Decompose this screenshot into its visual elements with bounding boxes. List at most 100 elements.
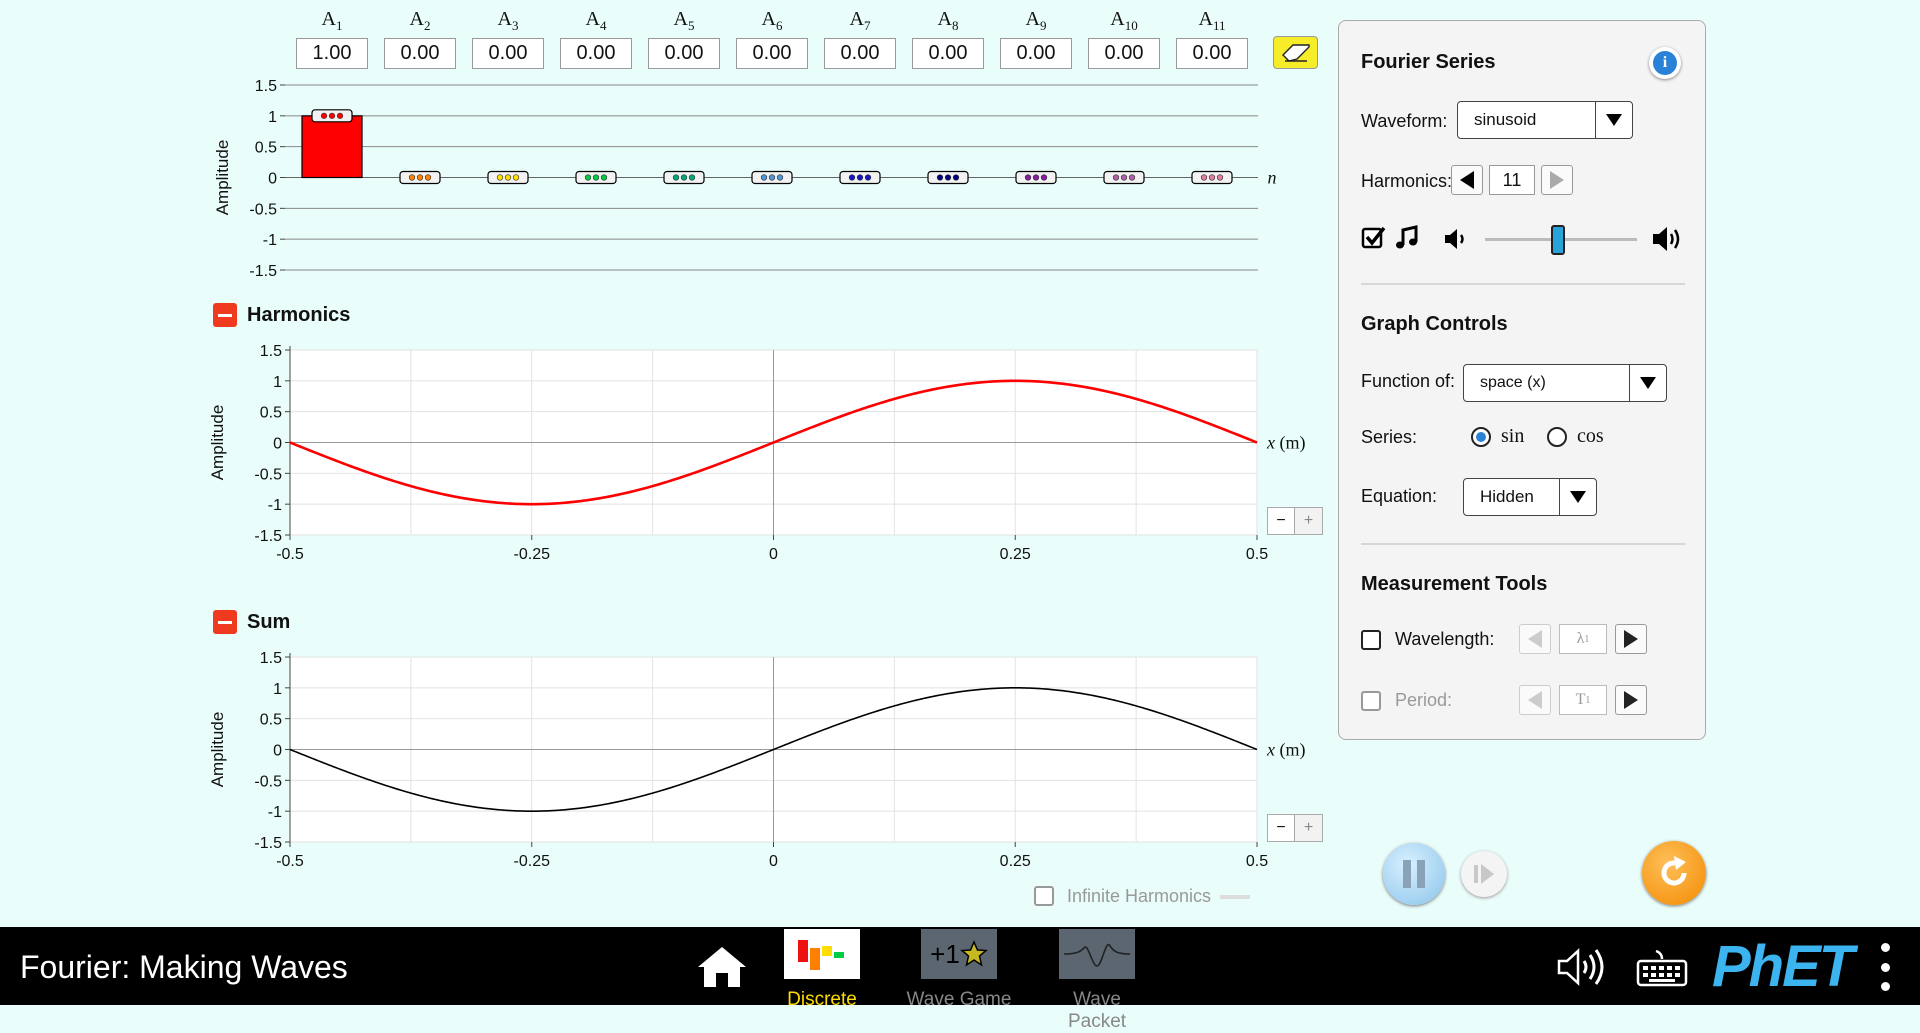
amplitude-bar — [301, 115, 363, 179]
amplitude-label: A7 — [849, 8, 871, 33]
handle-dot — [864, 174, 872, 181]
eraser-button[interactable] — [1273, 36, 1318, 69]
home-button[interactable] — [696, 945, 748, 989]
period-checkbox[interactable] — [1361, 691, 1381, 711]
amplitude-field[interactable]: 0.00 — [1176, 38, 1248, 69]
amplitude-label-subscript: 10 — [1124, 18, 1138, 33]
function-of-select[interactable]: space (x) — [1463, 364, 1667, 402]
infinite-harmonics-checkbox[interactable] — [1034, 886, 1054, 906]
reset-icon — [1661, 856, 1687, 886]
sound-enabled-checkbox[interactable] — [1361, 225, 1387, 251]
y-tick-label: 1 — [273, 681, 282, 698]
harmonics-collapse-button[interactable] — [213, 303, 237, 327]
tab-wave-packet-label: Wave Packet — [1067, 989, 1127, 1032]
arrow-left-icon — [1460, 171, 1474, 189]
sum-zoom-in-button[interactable]: + — [1295, 814, 1323, 842]
wavelength-increment-button[interactable] — [1615, 624, 1647, 654]
period-label: Period: — [1395, 690, 1453, 710]
handle-dot — [760, 174, 768, 181]
harmonics-zoom-out-button[interactable]: − — [1267, 507, 1295, 535]
control-panel: Fourier Series i Waveform: sinusoid Harm… — [1338, 20, 1706, 740]
amplitude-field[interactable]: 0.00 — [824, 38, 896, 69]
amplitude-slider-handle[interactable] — [1103, 170, 1145, 185]
amplitude-field[interactable]: 0.00 — [1000, 38, 1072, 69]
amplitude-slider-handle[interactable] — [1015, 170, 1057, 185]
navigation-bar: Fourier: Making Waves Discrete +1 Wave G… — [0, 927, 1920, 1032]
period-increment-button[interactable] — [1615, 685, 1647, 715]
step-forward-button[interactable] — [1461, 851, 1507, 897]
harmonics-label: Harmonics: — [1361, 171, 1453, 191]
y-tick-label: 1.5 — [255, 78, 277, 95]
info-button[interactable]: i — [1649, 47, 1681, 79]
amplitude-slider-handle[interactable] — [663, 170, 705, 185]
reset-all-button[interactable] — [1642, 841, 1706, 905]
period-decrement-button[interactable] — [1519, 685, 1551, 715]
series-cos-radio[interactable] — [1547, 427, 1567, 447]
y-tick-label: 1.5 — [260, 343, 282, 360]
waveform-value: sinusoid — [1474, 110, 1537, 129]
more-options-icon[interactable] — [1880, 943, 1890, 991]
y-tick-label: 0.5 — [255, 140, 277, 157]
amplitude-field[interactable]: 0.00 — [1088, 38, 1160, 69]
handle-dot — [424, 174, 432, 181]
amplitude-field[interactable]: 0.00 — [912, 38, 984, 69]
y-tick-label: 0 — [273, 743, 282, 760]
amplitude-field[interactable]: 0.00 — [736, 38, 808, 69]
handle-dot — [1112, 174, 1120, 181]
pause-button[interactable] — [1383, 843, 1445, 905]
amplitude-field[interactable]: 0.00 — [472, 38, 544, 69]
amplitude-slider-handle[interactable] — [311, 109, 353, 123]
amplitude-label: A5 — [673, 8, 695, 33]
harmonics-zoom-in-button[interactable]: + — [1295, 507, 1323, 535]
y-tick-label: 1.5 — [260, 650, 282, 667]
sum-zoom-out-button[interactable]: − — [1267, 814, 1295, 842]
amplitude-slider-handle[interactable] — [487, 170, 529, 185]
amplitude-slider-handle[interactable] — [575, 170, 617, 185]
harmonics-increment-button[interactable] — [1541, 165, 1573, 195]
amplitude-field[interactable]: 1.00 — [296, 38, 368, 69]
amplitude-label: A1 — [321, 8, 343, 33]
handle-dot — [1120, 174, 1128, 181]
amplitude-label-subscript: 11 — [1212, 18, 1226, 33]
x-tick-label: -0.5 — [276, 853, 304, 870]
handle-dot — [328, 112, 336, 119]
eraser-icon — [1281, 43, 1310, 62]
harmonics-decrement-button[interactable] — [1451, 165, 1483, 195]
arrow-right-icon — [1550, 171, 1564, 189]
sum-collapse-button[interactable] — [213, 610, 237, 634]
amplitude-slider-handle[interactable] — [927, 170, 969, 185]
phet-logo[interactable]: PhET — [1712, 933, 1854, 1000]
amplitude-slider-handle[interactable] — [1191, 170, 1233, 185]
wavelength-decrement-button[interactable] — [1519, 624, 1551, 654]
handle-dot — [856, 174, 864, 181]
amplitude-slider-handle[interactable] — [751, 170, 793, 185]
amplitude-slider-handle[interactable] — [399, 170, 441, 185]
amplitude-field[interactable]: 0.00 — [560, 38, 632, 69]
keyboard-help-button[interactable] — [1636, 947, 1688, 987]
amplitude-label-subscript: 2 — [423, 18, 431, 33]
waveform-select[interactable]: sinusoid — [1457, 101, 1633, 139]
amplitude-field[interactable]: 0.00 — [648, 38, 720, 69]
y-tick-label: 0 — [273, 436, 282, 453]
tab-discrete[interactable]: Discrete — [767, 929, 877, 1011]
y-tick-label: -0.5 — [254, 466, 282, 483]
amplitude-slider-handle[interactable] — [839, 170, 881, 185]
wavelength-checkbox[interactable] — [1361, 630, 1381, 650]
tab-wave-packet[interactable]: Wave Packet — [1042, 929, 1152, 1033]
audio-toggle-button[interactable] — [1556, 947, 1610, 987]
amplitude-label-subscript: 8 — [951, 18, 959, 33]
y-axis-label: Amplitude — [208, 405, 227, 481]
handle-dot — [1024, 174, 1032, 181]
handle-dot — [416, 174, 424, 181]
series-label: Series: — [1361, 427, 1418, 447]
wavelength-symbol: λ — [1576, 630, 1585, 647]
pause-icon — [1403, 860, 1425, 888]
series-sin-radio[interactable] — [1471, 427, 1491, 447]
tab-wave-game[interactable]: +1 Wave Game — [904, 929, 1014, 1011]
y-axis-label: Amplitude — [213, 140, 232, 216]
amplitude-field[interactable]: 0.00 — [384, 38, 456, 69]
equation-select[interactable]: Hidden — [1463, 478, 1597, 516]
x-tick-label: -0.25 — [514, 853, 551, 870]
y-tick-label: -1 — [268, 804, 282, 821]
volume-slider-thumb[interactable] — [1550, 225, 1565, 255]
